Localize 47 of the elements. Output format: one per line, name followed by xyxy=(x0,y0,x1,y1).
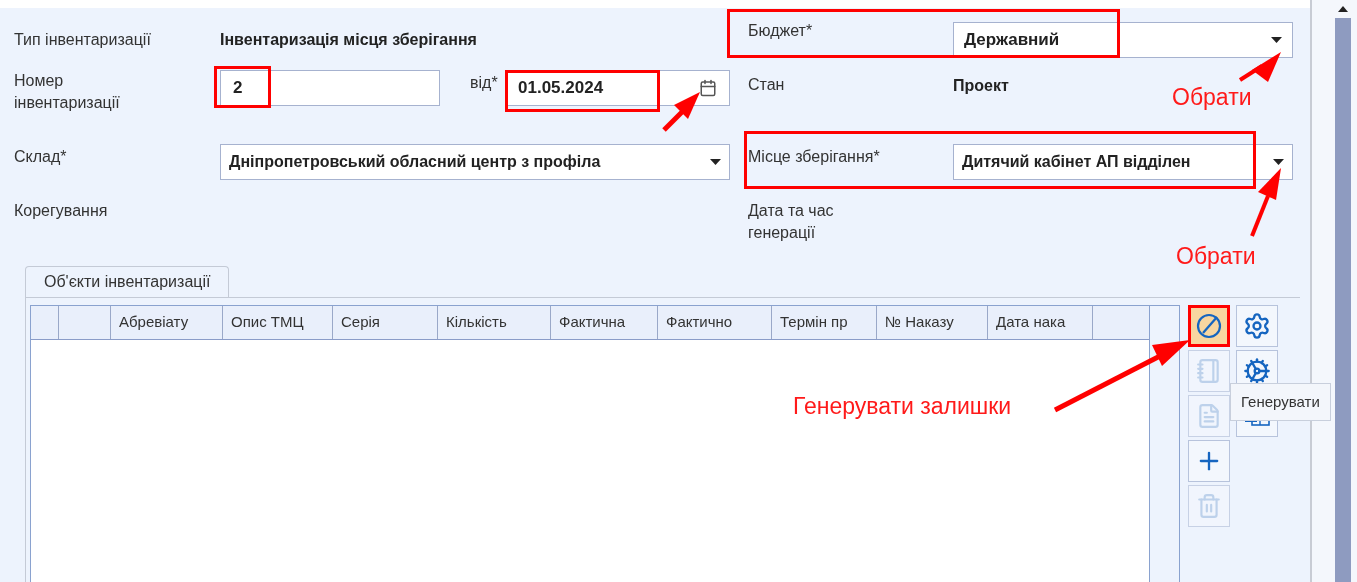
column-header[interactable]: Опис ТМЦ xyxy=(223,306,333,339)
toolbar-button[interactable] xyxy=(1236,305,1278,347)
trash-icon xyxy=(1196,493,1222,519)
column-header[interactable]: Серія xyxy=(333,306,438,339)
tooltip: Генерувати xyxy=(1230,383,1331,421)
field-label: від* xyxy=(470,73,499,93)
annotation-label: Обрати xyxy=(1176,242,1256,271)
cog-icon xyxy=(1243,357,1271,385)
field-label: Корегування xyxy=(13,201,109,221)
arrow xyxy=(662,92,700,132)
field-label: Склад* xyxy=(13,147,68,167)
field-label: Місце зберігання* xyxy=(748,147,881,167)
warehouse-dropdown[interactable]: Дніпропетровський обласний центр з профіла xyxy=(220,144,730,180)
field-label: Тип інвентаризації xyxy=(13,30,152,50)
column-header[interactable]: Термін пр xyxy=(772,306,877,339)
arrow xyxy=(1238,52,1281,82)
annotation-label: Обрати xyxy=(1172,83,1252,112)
field-label: Бюджет* xyxy=(748,21,814,41)
field-label: Номер інвентаризації xyxy=(13,71,121,113)
dropdown-caret-icon xyxy=(1273,159,1284,165)
notebook-icon xyxy=(1196,358,1222,384)
state-value: Проект xyxy=(953,76,1009,96)
number-field[interactable]: 2 xyxy=(220,70,440,106)
column-header[interactable]: Фактична xyxy=(551,306,658,339)
arrow xyxy=(1250,168,1281,237)
budget-dropdown[interactable]: Державний xyxy=(953,22,1293,58)
tab[interactable]: Об'єкти інвентаризації xyxy=(25,266,230,297)
dropdown-caret-icon xyxy=(1271,37,1282,43)
field-label: Дата та час генерації xyxy=(748,201,835,243)
circle-slash-icon xyxy=(1195,312,1223,340)
toolbar-button[interactable] xyxy=(1188,440,1230,482)
column-header[interactable]: Дата нака xyxy=(988,306,1093,339)
field-label: Стан xyxy=(748,75,786,95)
inventory-type-value: Інвентаризація місця зберігання xyxy=(220,30,477,50)
calendar-icon[interactable] xyxy=(699,79,717,97)
storage-place-dropdown[interactable]: Дитячий кабінет АП відділен xyxy=(953,144,1293,180)
column-header[interactable]: Фактично xyxy=(658,306,772,339)
document-icon xyxy=(1196,403,1222,429)
column-header[interactable]: Абревіату xyxy=(111,306,223,339)
dropdown-caret-icon xyxy=(710,159,721,165)
annotation-label: Генерувати залишки xyxy=(793,392,1012,421)
column-header[interactable]: Кількість xyxy=(438,306,551,339)
toolbar-button[interactable] xyxy=(1188,305,1230,347)
scroll-up-icon[interactable] xyxy=(1338,6,1348,12)
scrollbar-thumb[interactable] xyxy=(1335,18,1351,582)
column-header[interactable]: № Наказу xyxy=(877,306,988,339)
settings-icon xyxy=(1243,312,1271,340)
